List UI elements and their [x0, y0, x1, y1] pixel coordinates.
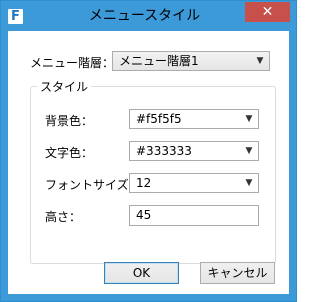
- dialog-client-area: メニュー階層： メニュー階層1 ▼ スタイル 背景色： #f5f5f5 ▼ 文字…: [8, 31, 289, 294]
- height-label: 高さ：: [45, 210, 82, 224]
- chevron-down-icon: ▼: [245, 178, 253, 188]
- chevron-down-icon: ▼: [245, 114, 253, 124]
- font-size-dropdown[interactable]: 12 ▼: [129, 173, 259, 193]
- close-icon: ✕: [261, 4, 274, 20]
- background-color-dropdown[interactable]: #f5f5f5 ▼: [129, 109, 259, 129]
- menu-level-value: メニュー階層1: [119, 54, 199, 68]
- close-button[interactable]: ✕: [245, 2, 290, 22]
- background-color-value: #f5f5f5: [136, 112, 182, 126]
- menu-level-label: メニュー階層：: [30, 56, 115, 70]
- height-value: 45: [136, 208, 152, 222]
- text-color-label: 文字色：: [45, 146, 94, 160]
- menu-level-dropdown[interactable]: メニュー階層1 ▼: [112, 51, 270, 71]
- font-size-label: フォントサイズ：: [45, 178, 141, 192]
- chevron-down-icon: ▼: [245, 146, 253, 156]
- cancel-button-label: キャンセル: [207, 266, 268, 280]
- text-color-dropdown[interactable]: #333333 ▼: [129, 141, 259, 161]
- ok-button-label: OK: [132, 266, 151, 280]
- chevron-down-icon: ▼: [256, 56, 264, 66]
- title-bar[interactable]: F メニュースタイル ✕: [1, 1, 296, 31]
- dialog-window: F メニュースタイル ✕ メニュー階層： メニュー階層1 ▼ スタイル 背景色：…: [0, 0, 297, 302]
- style-group-title: スタイル: [37, 78, 92, 95]
- text-color-value: #333333: [136, 144, 192, 158]
- ok-button[interactable]: OK: [104, 262, 179, 284]
- height-input[interactable]: 45: [129, 205, 259, 226]
- background-color-label: 背景色：: [45, 114, 94, 128]
- font-size-value: 12: [136, 176, 152, 190]
- cancel-button[interactable]: キャンセル: [200, 262, 275, 284]
- style-groupbox: スタイル 背景色： #f5f5f5 ▼ 文字色： #333333 ▼ フォントサ…: [30, 78, 276, 264]
